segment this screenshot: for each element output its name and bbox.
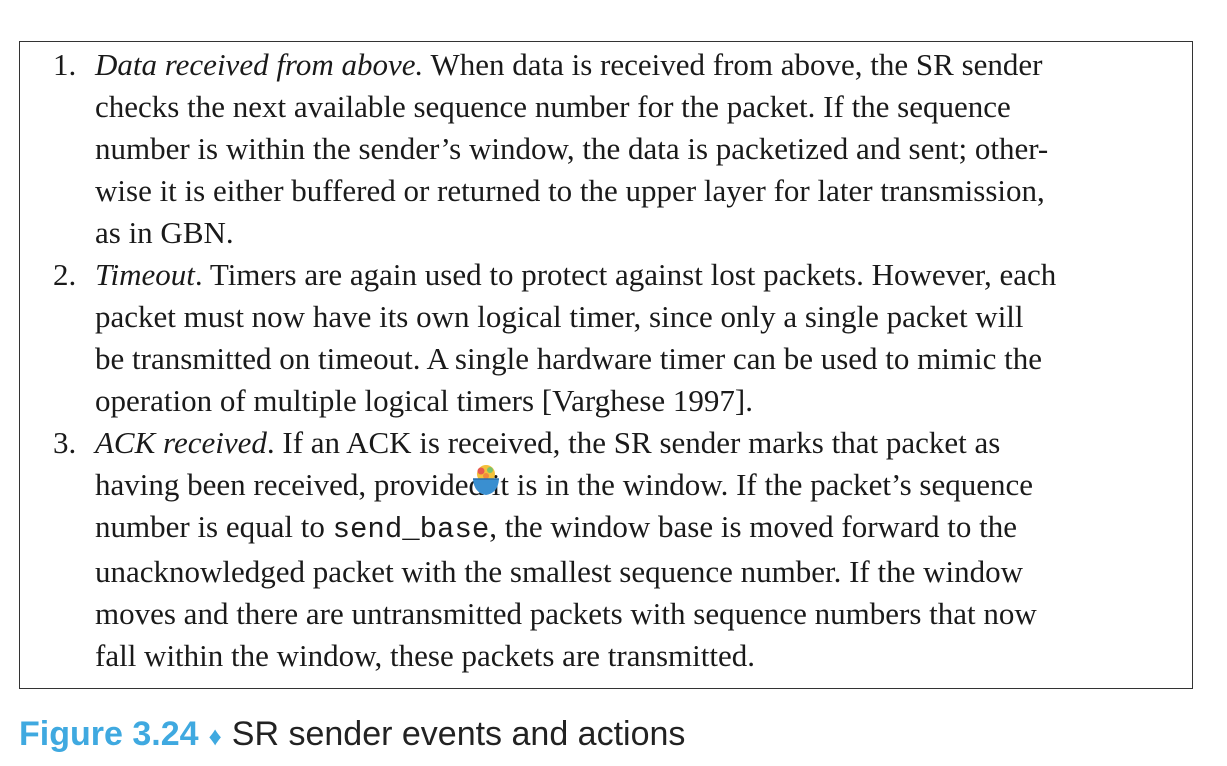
bowl-emoji-icon[interactable] [470,463,502,499]
text-line: ACK received. If an ACK is received, the… [95,422,1177,464]
list-item-text: Data received from above. When data is r… [95,44,1177,254]
list-number: 1. [53,47,77,82]
text-fragment: , the window base is moved forward to th… [489,509,1018,544]
list-item-text: ACK received. If an ACK is received, the… [95,422,1177,677]
figure-label: Figure 3.24 [19,715,199,753]
text-line: number is equal to send_base, the window… [95,506,1177,551]
text-line: Data received from above. When data is r… [95,44,1177,86]
figure-title: SR sender events and actions [231,715,686,753]
text-line: having been received, provided it is in … [95,467,1034,502]
event-list: 1. Data received from above. When data i… [20,42,1192,688]
text-line: fall within the window, these packets ar… [95,638,755,673]
text-line: moves and there are untransmitted packet… [95,596,1037,631]
list-number: 2. [53,257,77,292]
text-line: checks the next available sequence numbe… [95,89,1011,124]
list-number: 3. [53,425,77,460]
list-item-text: Timeout. Timers are again used to protec… [95,254,1177,422]
text-fragment: . If an ACK is received, the SR sender m… [266,425,1001,460]
text-fragment: When data is received from above, the SR… [423,47,1043,82]
diamond-separator-icon: ♦ [208,721,222,751]
text-line: operation of multiple logical timers [Va… [95,383,754,418]
text-line: packet must now have its own logical tim… [95,299,1024,334]
code-send-base: send_base [332,513,490,546]
text-line: be transmitted on timeout. A single hard… [95,341,1042,376]
event-term: ACK received [95,425,267,460]
text-fragment: . Timers are again used to protect again… [194,257,1057,292]
text-box: 1. Data received from above. When data i… [19,41,1193,689]
text-line: as in GBN. [95,215,234,250]
event-term: Data received from above. [95,47,424,82]
figure-caption: Figure 3.24 ♦ SR sender events and actions [19,712,685,758]
text-line: unacknowledged packet with the smallest … [95,554,1024,589]
text-line: wise it is either buffered or returned t… [95,173,1045,208]
text-line: number is within the sender’s window, th… [95,131,1049,166]
event-term: Timeout [95,257,195,292]
text-line: Timeout. Timers are again used to protec… [95,254,1177,296]
text-fragment: number is equal to [95,509,333,544]
